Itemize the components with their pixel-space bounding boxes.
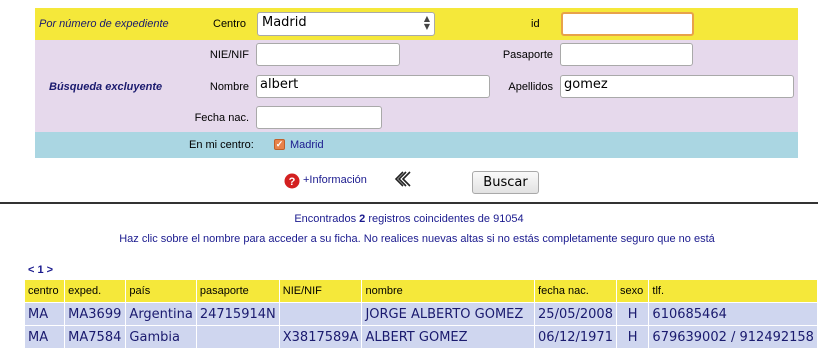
col-fecha: fecha nac.: [534, 280, 617, 303]
col-nie: NIE/NIF: [279, 280, 363, 303]
col-tlf: tlf.: [648, 280, 818, 303]
cell-pasaporte: [196, 325, 280, 348]
pagination[interactable]: < 1 >: [28, 264, 53, 276]
fecha-input[interactable]: [256, 106, 382, 129]
help-icon[interactable]: ?: [284, 173, 300, 189]
info-link[interactable]: +Información: [303, 174, 367, 186]
search-button[interactable]: Buscar: [472, 171, 539, 194]
col-nombre: nombre: [361, 280, 536, 303]
mi-centro-value: Madrid: [290, 139, 324, 151]
expediente-section-label: Por número de expediente: [39, 18, 169, 30]
nombre-label: Nombre: [209, 81, 249, 93]
nombre-input[interactable]: albert: [256, 75, 490, 98]
table-header-row: centro exped. país pasaporte NIE/NIF nom…: [25, 280, 818, 303]
col-centro: centro: [25, 280, 66, 303]
col-sexo: sexo: [616, 280, 650, 303]
centro-select-value: Madrid: [262, 15, 307, 30]
updown-arrow-icon: ▲ ▼: [423, 14, 430, 31]
table-row[interactable]: MA MA7584 Gambia X3817589A ALBERT GOMEZ …: [25, 325, 818, 348]
apellidos-input[interactable]: gomez: [560, 75, 794, 98]
nie-label: NIE/NIF: [209, 49, 249, 61]
cell-exped: MA7584: [64, 325, 127, 348]
col-pasaporte: pasaporte: [196, 280, 280, 303]
cell-nie: X3817589A: [279, 325, 363, 348]
cell-pasaporte: 24715914N: [196, 302, 280, 326]
results-count-suffix: registros coincidentes de 91054: [368, 213, 524, 225]
table-row[interactable]: MA MA3699 Argentina 24715914N JORGE ALBE…: [25, 302, 818, 326]
cell-nombre-link[interactable]: ALBERT GOMEZ: [361, 325, 536, 348]
exclusive-search-label: Búsqueda excluyente: [49, 81, 163, 93]
rewind-icon[interactable]: [394, 171, 414, 187]
mi-centro-band: [35, 132, 798, 158]
results-count-number: 2: [359, 213, 366, 225]
col-pais: país: [125, 280, 197, 303]
cell-pais: Argentina: [125, 302, 197, 326]
pasaporte-input[interactable]: [560, 43, 693, 66]
nie-input[interactable]: [256, 43, 400, 66]
mi-centro-checkbox[interactable]: ✓: [274, 139, 285, 150]
col-exped: exped.: [64, 280, 127, 303]
apellidos-label: Apellidos: [508, 81, 553, 93]
divider: [0, 202, 818, 204]
cell-pais: Gambia: [125, 325, 197, 348]
cell-fecha: 06/12/1971: [534, 325, 617, 348]
centro-select[interactable]: Madrid ▲ ▼: [257, 12, 435, 36]
cell-nombre-link[interactable]: JORGE ALBERTO GOMEZ: [361, 302, 536, 326]
cell-centro: MA: [25, 325, 66, 348]
cell-centro: MA: [25, 302, 66, 326]
results-hint: Haz clic sobre el nombre para acceder a …: [119, 233, 715, 245]
fecha-label: Fecha nac.: [194, 112, 249, 124]
cell-nie: [279, 302, 363, 326]
pasaporte-label: Pasaporte: [502, 49, 553, 61]
results-table: centro exped. país pasaporte NIE/NIF nom…: [25, 280, 818, 348]
cell-tlf: 679639002 / 912492158: [648, 325, 818, 348]
cell-tlf: 610685464: [648, 302, 818, 326]
results-count: Encontrados 2 registros coincidentes de …: [0, 213, 818, 225]
cell-sexo: H: [616, 302, 650, 326]
svg-text:?: ?: [289, 176, 296, 188]
mi-centro-label: En mi centro:: [189, 139, 254, 151]
centro-label: Centro: [213, 18, 247, 30]
cell-exped: MA3699: [64, 302, 127, 326]
id-input[interactable]: [561, 12, 694, 36]
id-label: id: [531, 18, 540, 30]
cell-sexo: H: [616, 325, 650, 348]
cell-fecha: 25/05/2008: [534, 302, 617, 326]
results-count-prefix: Encontrados: [294, 213, 357, 225]
